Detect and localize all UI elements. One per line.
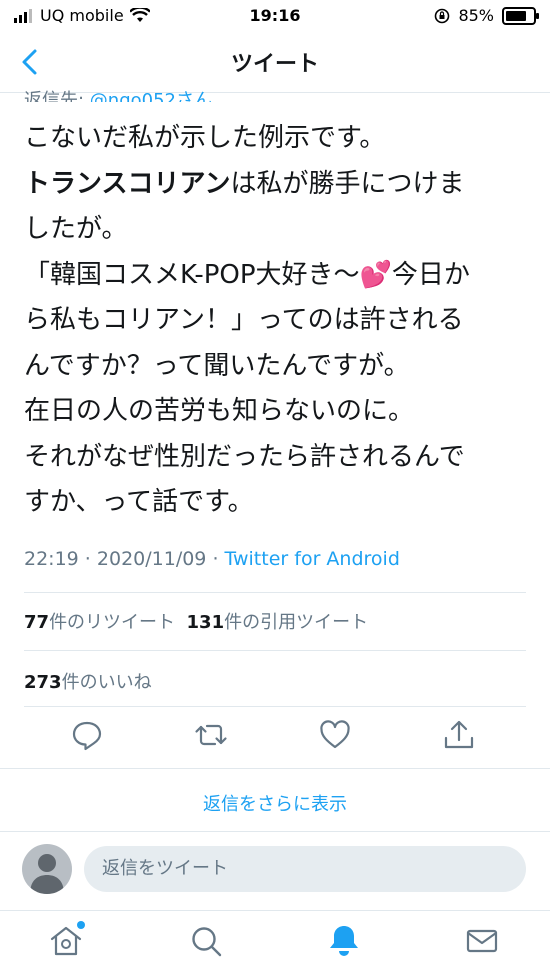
retweet-label: 件のリツイート — [49, 612, 176, 633]
tweet-text-bold: トランスコリアン — [24, 168, 231, 199]
retweet-stat[interactable]: 77件のリツイート — [24, 612, 175, 633]
default-avatar-icon — [30, 854, 64, 894]
bell-icon[interactable] — [326, 923, 362, 959]
like-count: 273 — [24, 672, 62, 693]
divider — [24, 650, 526, 651]
home-notification-dot — [77, 921, 85, 929]
battery-percent: 85% — [458, 6, 494, 25]
search-icon[interactable] — [188, 923, 224, 959]
retweet-icon[interactable] — [194, 718, 228, 752]
retweet-count: 77 — [24, 612, 50, 633]
reply-icon[interactable] — [70, 718, 104, 752]
show-more-replies-button[interactable]: 返信をさらに表示 — [0, 790, 550, 816]
divider — [24, 592, 526, 593]
tweet-actions — [0, 718, 550, 760]
divider — [0, 768, 550, 769]
tab-bar — [0, 910, 550, 979]
quote-count: 131 — [186, 612, 225, 633]
status-right: 85% — [434, 6, 539, 25]
reply-to-line: 返信先: @ngo052さん — [24, 86, 212, 102]
mail-icon[interactable] — [464, 923, 500, 959]
reply-input[interactable]: 返信をツイート — [84, 846, 526, 892]
tweet-meta: 22:19 · 2020/11/09 · Twitter for Android — [24, 548, 400, 570]
tweet-text-body: は私が勝手につけま したが。 「韓国コスメK-POP大好き～💕今日か ら私もコリ… — [24, 168, 470, 518]
share-icon[interactable] — [442, 718, 476, 752]
reply-to-handle[interactable]: @ngo052さん — [90, 90, 212, 102]
reply-to-prefix: 返信先: — [24, 90, 90, 102]
tweet-time: 22:19 — [24, 548, 79, 570]
battery-icon — [502, 6, 539, 25]
avatar[interactable] — [22, 844, 72, 894]
tweet-text-line1: こないだ私が示した例示です。 — [24, 123, 386, 153]
reply-compose-bar: 返信をツイート — [0, 832, 550, 910]
like-stats[interactable]: 273件のいいね — [24, 668, 152, 694]
tweet-text: こないだ私が示した例示です。 トランスコリアンは私が勝手につけま したが。 「韓… — [24, 116, 534, 526]
orientation-lock-icon — [435, 8, 450, 23]
like-label: 件のいいね — [61, 672, 152, 693]
quote-stat[interactable]: 131件の引用ツイート — [187, 612, 369, 633]
divider — [24, 706, 526, 707]
quote-label: 件の引用ツイート — [224, 612, 369, 633]
nav-header: ツイート — [0, 34, 550, 93]
heart-icon[interactable] — [318, 718, 352, 752]
tweet-source[interactable]: Twitter for Android — [225, 548, 400, 570]
tweet-date: 2020/11/09 — [96, 548, 207, 570]
status-bar: UQ mobile 19:16 85% — [0, 0, 550, 34]
retweet-stats: 77件のリツイート 131件の引用ツイート — [24, 608, 368, 634]
page-title: ツイート — [230, 52, 319, 77]
